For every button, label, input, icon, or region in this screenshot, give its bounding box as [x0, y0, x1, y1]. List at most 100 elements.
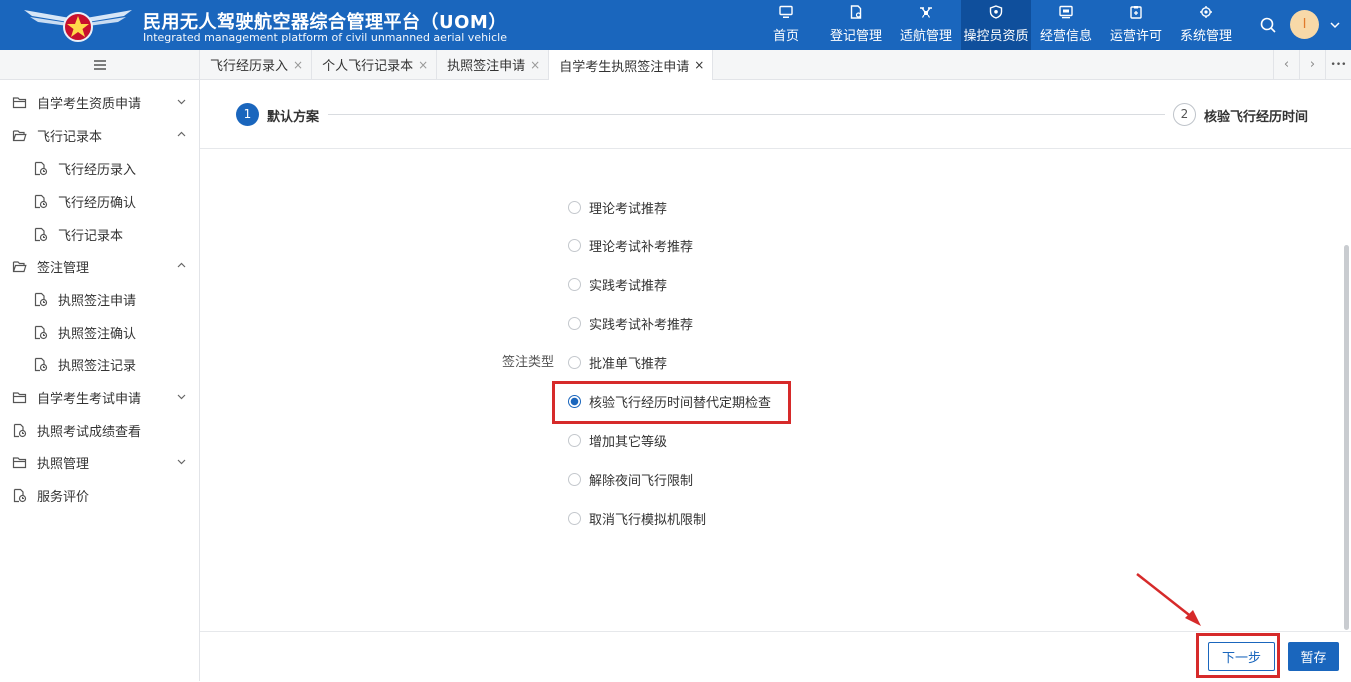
tab-next-button[interactable]: › [1299, 50, 1325, 79]
radio-circle[interactable] [568, 316, 581, 330]
radio-circle[interactable] [568, 277, 581, 291]
content-scrollbar[interactable] [1344, 245, 1349, 630]
top-header: 民用无人驾驶航空器综合管理平台（UOM） Integrated manageme… [0, 0, 1351, 50]
sidebar-item-self-study-qualification[interactable]: 自学考生资质申请 [0, 86, 211, 118]
radio-option-remove-night-restriction[interactable]: 解除夜间飞行限制 [568, 469, 693, 489]
drone-icon [920, 7, 932, 18]
next-button-highlight [1196, 633, 1280, 678]
tab-label: 执照签注申请 [447, 59, 526, 74]
avatar[interactable]: I [1290, 10, 1319, 39]
radio-circle[interactable] [568, 238, 581, 252]
radio-label: 批准单飞推荐 [589, 356, 668, 372]
sidebar-item-license-management[interactable]: 执照管理 [0, 446, 211, 478]
sidebar-item-label: 飞行经历录入 [58, 162, 137, 178]
nav-operation-license[interactable]: 运营许可 [1101, 0, 1171, 50]
sidebar-item-label: 飞行经历确认 [58, 195, 137, 211]
sidebar-item-flight-logbook[interactable]: 飞行记录本 [0, 119, 211, 151]
radio-circle[interactable] [568, 511, 581, 525]
tab-label: 飞行经历录入 [210, 59, 289, 74]
sidebar-item-license-endorsement-record[interactable]: 执照签注记录 [0, 348, 232, 380]
tab-personal-flight-logbook[interactable]: 个人飞行记录本 × [312, 50, 438, 79]
nav-label: 系统管理 [1179, 29, 1232, 44]
sidebar-item-flight-experience-confirm[interactable]: 飞行经历确认 [0, 185, 232, 217]
nav-label: 操控员资质 [963, 29, 1029, 44]
step-1-label: 默认方案 [267, 110, 320, 125]
sidebar-item-service-evaluation[interactable]: 服务评价 [0, 479, 211, 511]
radio-option-practical-retake[interactable]: 实践考试补考推荐 [568, 313, 693, 333]
nav-home[interactable]: 首页 [751, 0, 821, 50]
chevron-down-icon[interactable] [1329, 19, 1341, 31]
sidebar-item-endorsement-management[interactable]: 签注管理 [0, 250, 211, 282]
sidebar-item-label: 执照签注申请 [58, 293, 137, 309]
close-icon[interactable]: × [293, 58, 303, 72]
radio-label: 取消飞行模拟机限制 [589, 512, 707, 528]
chevron-down-icon [177, 394, 186, 400]
sidebar-item-flight-experience-entry[interactable]: 飞行经历录入 [0, 152, 232, 184]
sidebar-item-license-endorsement-confirm[interactable]: 执照签注确认 [0, 316, 232, 348]
tab-more-button[interactable]: ••• [1325, 50, 1351, 79]
step-connector [328, 114, 1165, 115]
sidebar-item-exam-results[interactable]: 执照考试成绩查看 [0, 414, 211, 446]
annotation-arrow-icon [1136, 573, 1201, 626]
document-icon [850, 5, 862, 19]
file-icon [34, 292, 48, 306]
nav-operator-qualification[interactable]: 操控员资质 [961, 0, 1031, 50]
radio-label: 理论考试推荐 [589, 201, 668, 217]
chevron-up-icon [177, 262, 186, 268]
close-icon[interactable]: × [418, 58, 428, 72]
radio-label: 增加其它等级 [589, 434, 668, 450]
folder-open-icon [12, 129, 27, 141]
close-icon[interactable]: × [530, 58, 540, 72]
menu-toggle-button[interactable] [0, 50, 200, 79]
radio-label: 实践考试推荐 [589, 278, 668, 294]
nav-airworthiness[interactable]: 适航管理 [891, 0, 961, 50]
file-icon [34, 161, 48, 175]
chevron-down-icon [177, 99, 186, 105]
step-1-number: 1 [236, 103, 259, 126]
sidebar-item-flight-logbook-sub[interactable]: 飞行记录本 [0, 218, 232, 250]
radio-option-remove-simulator-restriction[interactable]: 取消飞行模拟机限制 [568, 508, 706, 528]
monitor-icon [779, 5, 793, 18]
radio-circle[interactable] [568, 200, 581, 214]
hamburger-icon [93, 59, 106, 70]
step-2-number: 2 [1173, 103, 1196, 126]
step-2-label: 核验飞行经历时间 [1204, 110, 1309, 125]
nav-label: 经营信息 [1039, 29, 1092, 44]
chevron-down-icon [177, 459, 186, 465]
caac-logo-icon [24, 10, 132, 42]
search-icon[interactable] [1259, 16, 1277, 34]
tab-prev-button[interactable]: ‹ [1273, 50, 1299, 79]
form-footer [200, 631, 1351, 682]
close-icon[interactable]: × [694, 58, 704, 72]
sidebar-item-label: 签注管理 [37, 260, 90, 276]
radio-circle[interactable] [568, 433, 581, 447]
sidebar-item-label: 飞行记录本 [37, 129, 103, 145]
nav-system-management[interactable]: 系统管理 [1171, 0, 1241, 50]
sidebar-item-license-endorsement-application[interactable]: 执照签注申请 [0, 283, 232, 315]
radio-circle[interactable] [568, 472, 581, 486]
tab-flight-experience-entry[interactable]: 飞行经历录入 × [200, 50, 313, 79]
sidebar: 自学考生资质申请 飞行记录本 飞行经历录入 飞行经历确认 飞行记录本 签注管理 … [0, 80, 200, 681]
radio-circle[interactable] [568, 355, 581, 369]
radio-option-practical-exam[interactable]: 实践考试推荐 [568, 274, 667, 294]
endorsement-type-label: 签注类型 [502, 355, 555, 370]
nav-business-info[interactable]: 经营信息 [1031, 0, 1101, 50]
sidebar-item-self-study-exam-application[interactable]: 自学考生考试申请 [0, 381, 211, 413]
tab-license-endorsement-application[interactable]: 执照签注申请 × [437, 50, 550, 79]
file-icon [13, 488, 27, 502]
radio-option-add-rating[interactable]: 增加其它等级 [568, 430, 667, 450]
file-icon [34, 357, 48, 371]
radio-option-solo-flight[interactable]: 批准单飞推荐 [568, 352, 667, 372]
tab-self-study-endorsement-application[interactable]: 自学考生执照签注申请 × [549, 50, 714, 80]
radio-option-theory-retake[interactable]: 理论考试补考推荐 [568, 235, 693, 255]
file-icon [13, 423, 27, 437]
file-icon [34, 227, 48, 241]
folder-open-icon [12, 260, 27, 272]
radio-option-theory-exam[interactable]: 理论考试推荐 [568, 197, 667, 217]
folder-icon [12, 456, 27, 468]
folder-icon [12, 96, 27, 108]
nav-registration[interactable]: 登记管理 [821, 0, 891, 50]
save-draft-button[interactable]: 暂存 [1288, 642, 1339, 671]
settings-icon [1200, 6, 1212, 18]
file-icon [34, 194, 48, 208]
